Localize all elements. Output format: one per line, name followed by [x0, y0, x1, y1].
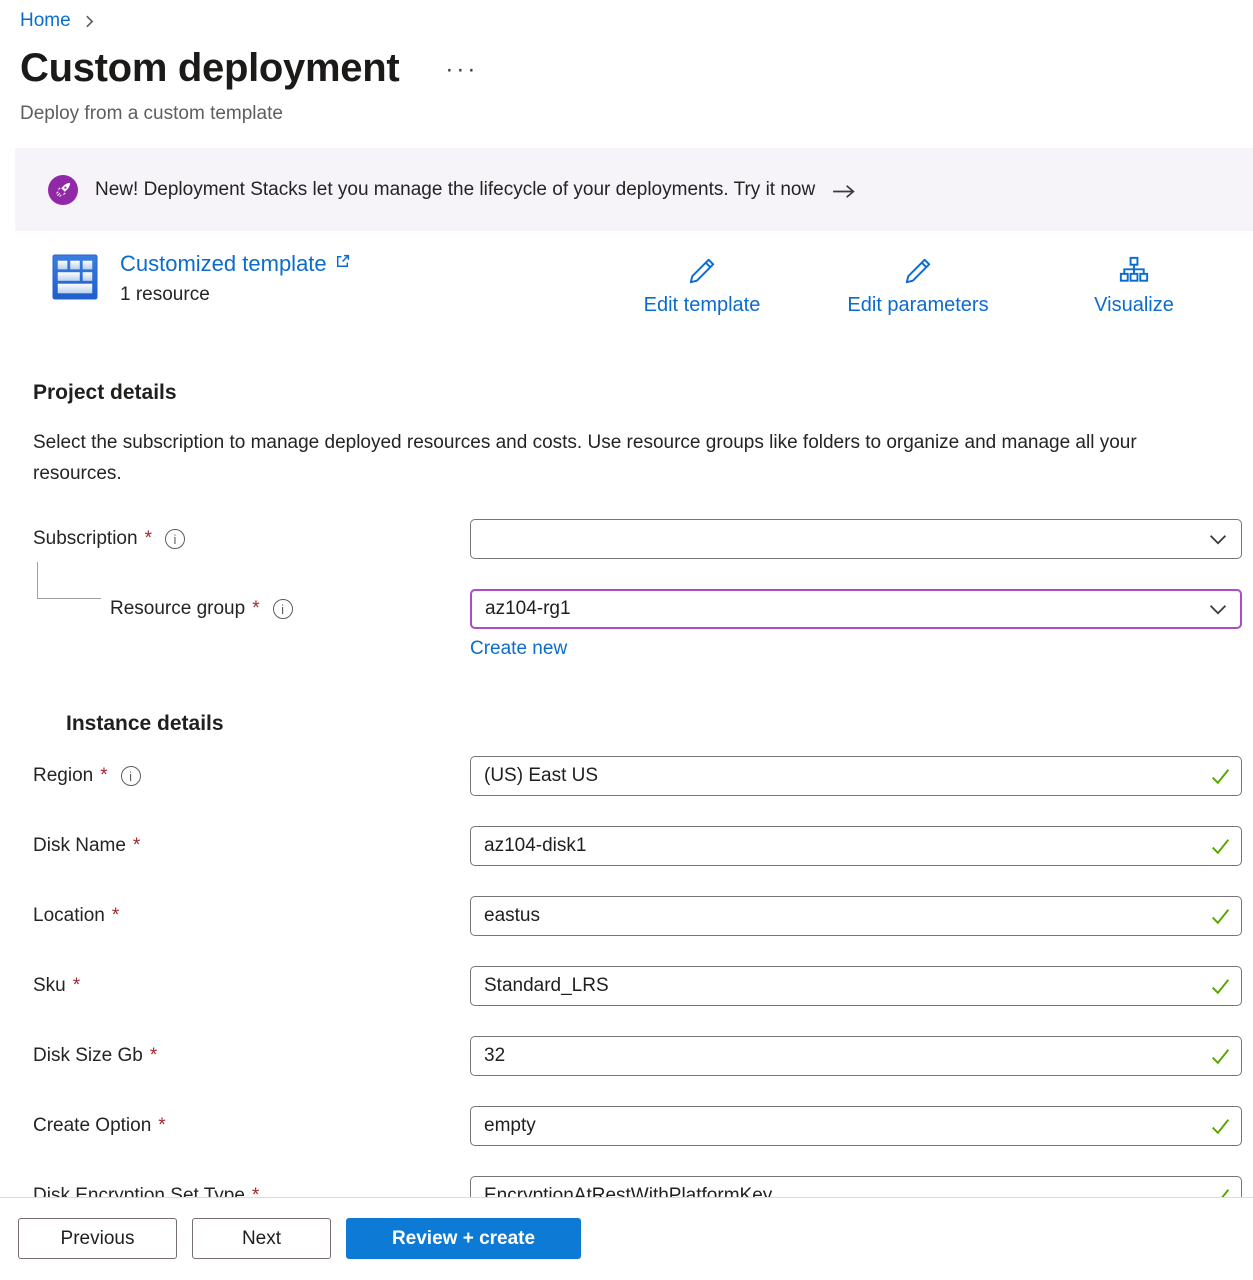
customized-template-link[interactable]: Customized template: [120, 251, 351, 277]
location-row: Location *: [33, 896, 1242, 936]
disk-name-row: Disk Name *: [33, 826, 1242, 866]
previous-button[interactable]: Previous: [18, 1218, 177, 1259]
resource-group-row: Resource group * az104-rg1: [33, 589, 1242, 629]
region-label: Region: [33, 765, 93, 787]
footer-action-bar: Previous Next Review + create: [0, 1197, 1253, 1280]
required-marker: *: [73, 975, 80, 997]
subscription-label-group: Subscription *: [33, 528, 470, 550]
customized-template-label: Customized template: [120, 251, 327, 277]
resource-group-dropdown[interactable]: az104-rg1: [470, 589, 1242, 629]
valid-check-icon: [1209, 767, 1232, 786]
create-option-label: Create Option: [33, 1115, 151, 1137]
chevron-down-icon: [1209, 533, 1227, 546]
next-button[interactable]: Next: [192, 1218, 331, 1259]
sku-input[interactable]: [470, 966, 1242, 1006]
breadcrumb-home-link[interactable]: Home: [20, 10, 71, 32]
info-icon[interactable]: [273, 599, 293, 619]
valid-check-icon: [1209, 907, 1232, 926]
edit-parameters-button[interactable]: Edit parameters: [810, 255, 1026, 317]
info-icon[interactable]: [165, 529, 185, 549]
external-link-icon: [334, 253, 351, 270]
edit-template-label: Edit template: [644, 294, 761, 317]
breadcrumb: Home: [0, 0, 1253, 32]
required-marker: *: [145, 528, 152, 550]
disk-size-label-group: Disk Size Gb *: [33, 1045, 470, 1067]
edit-template-button[interactable]: Edit template: [594, 255, 810, 317]
project-details-description: Select the subscription to manage deploy…: [33, 427, 1183, 489]
template-summary: Customized template 1 resource Edit temp…: [52, 251, 1242, 319]
visualize-button[interactable]: Visualize: [1026, 255, 1242, 317]
info-icon[interactable]: [121, 766, 141, 786]
create-option-row: Create Option *: [33, 1106, 1242, 1146]
deployment-stacks-banner[interactable]: New! Deployment Stacks let you manage th…: [15, 148, 1253, 231]
visualize-label: Visualize: [1094, 294, 1174, 317]
required-marker: *: [100, 765, 107, 787]
disk-size-input[interactable]: [470, 1036, 1242, 1076]
disk-name-label: Disk Name: [33, 835, 126, 857]
sku-label: Sku: [33, 975, 66, 997]
deployment-form: Subscription * Resource group * az104-rg…: [33, 519, 1242, 1216]
required-marker: *: [252, 598, 259, 620]
chevron-down-icon: [1209, 603, 1227, 616]
sku-row: Sku *: [33, 966, 1242, 1006]
valid-check-icon: [1209, 1117, 1232, 1136]
required-marker: *: [133, 835, 140, 857]
disk-name-input[interactable]: [470, 826, 1242, 866]
page-subtitle: Deploy from a custom template: [20, 102, 1253, 126]
region-label-group: Region *: [33, 765, 470, 787]
sku-label-group: Sku *: [33, 975, 470, 997]
arrow-right-icon[interactable]: [831, 183, 856, 200]
disk-name-label-group: Disk Name *: [33, 835, 470, 857]
required-marker: *: [158, 1115, 165, 1137]
disk-size-row: Disk Size Gb *: [33, 1036, 1242, 1076]
create-option-input[interactable]: [470, 1106, 1242, 1146]
page-title: Custom deployment: [20, 44, 399, 92]
region-input[interactable]: [470, 756, 1242, 796]
more-options-button[interactable]: ···: [445, 60, 478, 80]
chevron-right-icon: [83, 14, 96, 29]
subscription-dropdown[interactable]: [470, 519, 1242, 559]
subscription-label: Subscription: [33, 528, 138, 550]
resource-group-label-group: Resource group *: [33, 598, 470, 620]
pencil-icon: [686, 255, 718, 287]
instance-details-heading: Instance details: [66, 712, 1242, 736]
template-actions: Edit template Edit parameters Visualize: [594, 251, 1242, 317]
valid-check-icon: [1209, 977, 1232, 996]
location-label-group: Location *: [33, 905, 470, 927]
pencil-icon: [902, 255, 934, 287]
location-input[interactable]: [470, 896, 1242, 936]
review-create-button[interactable]: Review + create: [346, 1218, 581, 1259]
valid-check-icon: [1209, 837, 1232, 856]
resource-group-value: az104-rg1: [485, 598, 571, 620]
valid-check-icon: [1209, 1047, 1232, 1066]
resource-group-connector: [37, 562, 101, 599]
template-icon: [52, 254, 98, 305]
region-row: Region *: [33, 756, 1242, 796]
required-marker: *: [150, 1045, 157, 1067]
create-new-link[interactable]: Create new: [470, 638, 567, 659]
disk-size-label: Disk Size Gb: [33, 1045, 143, 1067]
edit-parameters-label: Edit parameters: [847, 294, 988, 317]
org-chart-icon: [1118, 255, 1150, 287]
subscription-row: Subscription *: [33, 519, 1242, 559]
location-label: Location: [33, 905, 105, 927]
required-marker: *: [112, 905, 119, 927]
title-row: Custom deployment ···: [20, 44, 1253, 92]
resource-count: 1 resource: [120, 284, 351, 306]
create-option-label-group: Create Option *: [33, 1115, 470, 1137]
rocket-icon: [48, 175, 78, 205]
resource-group-label: Resource group: [110, 598, 245, 620]
project-details-heading: Project details: [33, 381, 1253, 405]
banner-message: New! Deployment Stacks let you manage th…: [95, 179, 815, 201]
